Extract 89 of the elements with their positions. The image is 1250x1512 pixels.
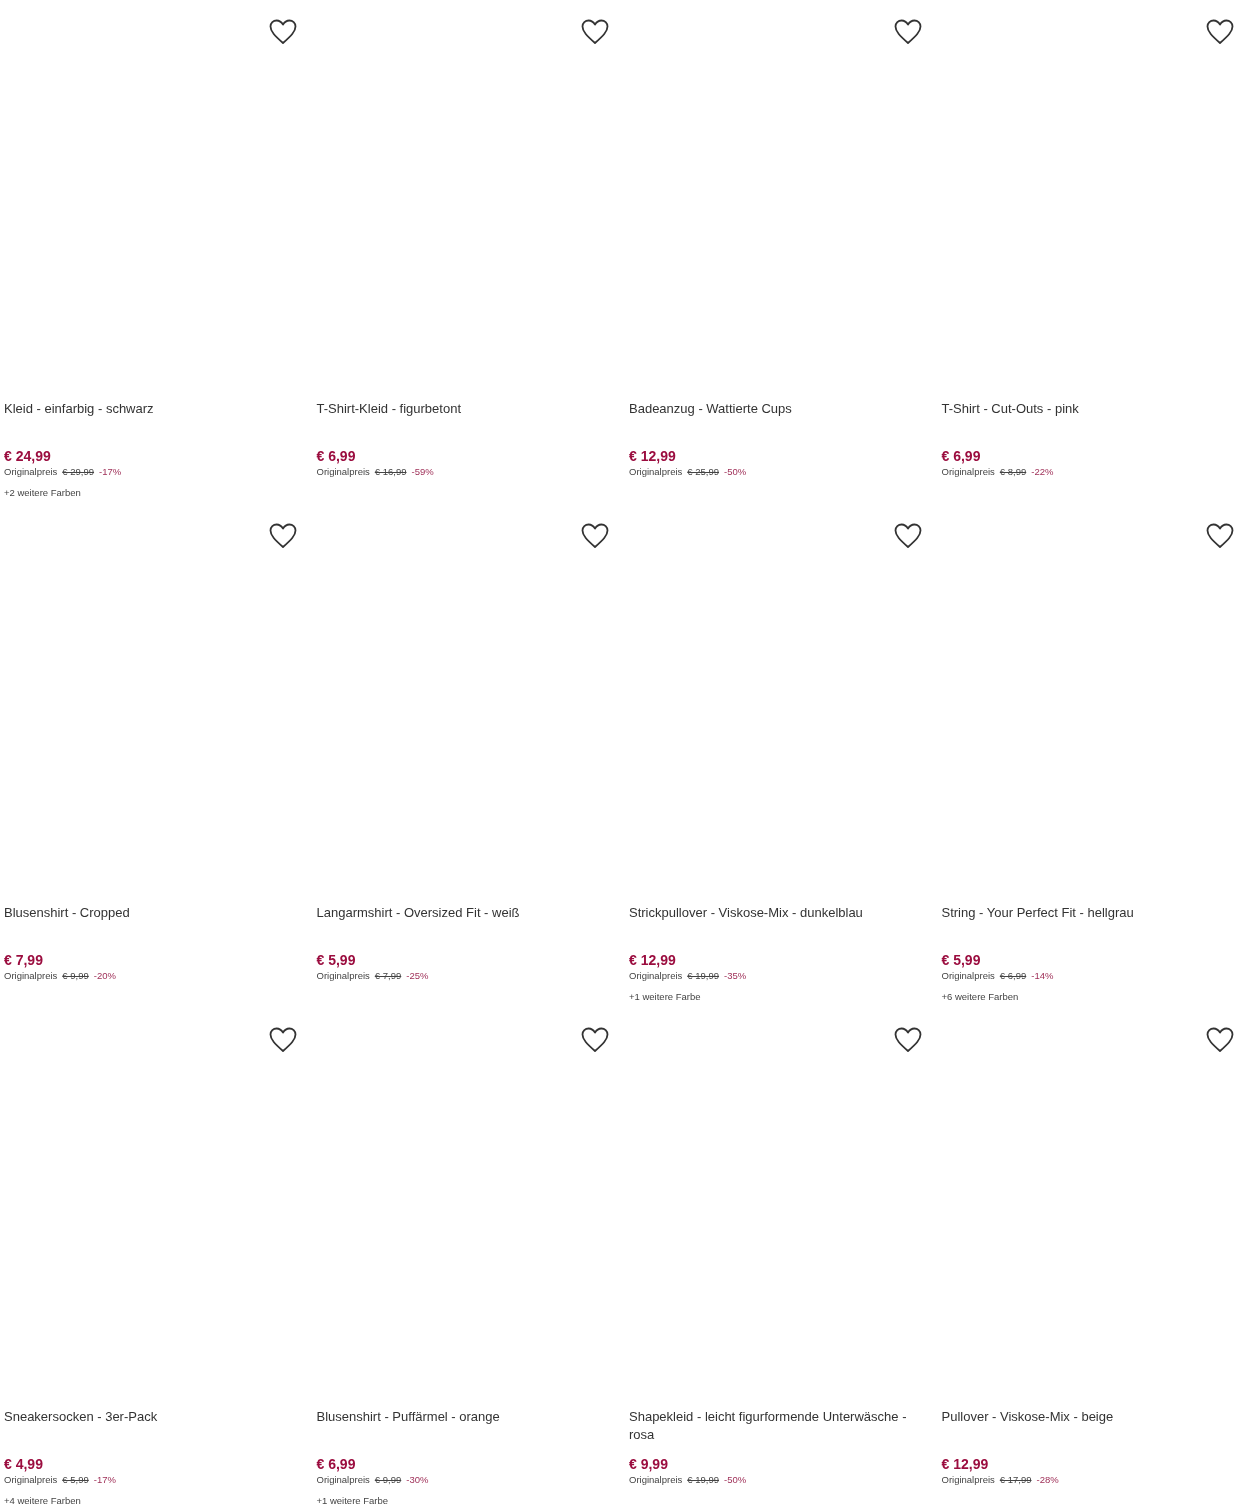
discount-label: -50% — [724, 465, 747, 479]
wishlist-button[interactable] — [268, 1027, 297, 1053]
original-price-label: Originalpreis — [4, 1473, 58, 1487]
wishlist-button[interactable] — [268, 523, 297, 549]
heart-icon — [268, 523, 297, 549]
product-price: € 6,99 — [316, 1455, 357, 1473]
heart-icon — [893, 1027, 922, 1053]
heart-icon — [581, 1027, 609, 1053]
wishlist-button[interactable] — [893, 19, 922, 45]
original-price-label: Originalpreis — [941, 1473, 995, 1487]
product-title[interactable]: String - Your Perfect Fit - hellgrau — [941, 904, 1246, 948]
discount-label: -28% — [1036, 1473, 1059, 1487]
heart-icon — [1206, 1027, 1234, 1053]
discount-label: -20% — [93, 969, 116, 983]
original-price-label: Originalpreis — [941, 969, 995, 983]
product-title[interactable]: Kleid - einfarbig - schwarz — [4, 400, 309, 444]
more-colors-text: +6 weitere Farben — [941, 990, 1020, 1004]
heart-icon — [1206, 19, 1234, 45]
wishlist-button[interactable] — [1206, 523, 1234, 549]
wishlist-button[interactable] — [581, 19, 609, 45]
original-price-label: Originalpreis — [316, 1473, 370, 1487]
wishlist-button[interactable] — [581, 1027, 609, 1053]
heart-icon — [893, 19, 922, 45]
product-title[interactable]: T-Shirt-Kleid - figurbetont — [316, 400, 621, 444]
original-price: € 5,99 — [62, 1473, 89, 1487]
discount-label: -25% — [406, 969, 429, 983]
product-price: € 5,99 — [941, 951, 982, 969]
original-price: € 6,99 — [999, 969, 1027, 983]
more-colors-text: +1 weitere Farbe — [316, 1494, 390, 1508]
product-title[interactable]: Langarmshirt - Oversized Fit - weiß — [316, 904, 621, 948]
original-price: € 25,99 — [687, 465, 720, 479]
original-price-label: Originalpreis — [941, 465, 995, 479]
original-price-label: Originalpreis — [629, 1473, 683, 1487]
original-price: € 7,99 — [374, 969, 402, 983]
discount-label: -50% — [724, 1473, 747, 1487]
product-price: € 24,99 — [4, 447, 52, 465]
heart-icon — [1206, 523, 1234, 549]
heart-icon — [268, 19, 297, 45]
original-price-label: Originalpreis — [316, 465, 370, 479]
original-price: € 16,99 — [374, 465, 407, 479]
discount-label: -59% — [411, 465, 434, 479]
product-title[interactable]: Badeanzug - Wattierte Cups — [629, 400, 934, 444]
wishlist-button[interactable] — [1206, 19, 1234, 45]
heart-icon — [581, 19, 609, 45]
product-price: € 9,99 — [629, 1455, 669, 1473]
product-title[interactable]: Shapekleid - leicht figurformende Unterwäsche - rosa — [629, 1408, 934, 1452]
discount-label: -14% — [1031, 969, 1054, 983]
original-price: € 9,99 — [374, 1473, 402, 1487]
original-price-label: Originalpreis — [316, 969, 370, 983]
wishlist-button[interactable] — [1206, 1027, 1234, 1053]
product-price: € 6,99 — [316, 447, 357, 465]
original-price: € 29,99 — [62, 465, 95, 479]
product-price: € 12,99 — [941, 1455, 990, 1473]
wishlist-button[interactable] — [893, 1027, 922, 1053]
discount-label: -30% — [406, 1473, 429, 1487]
more-colors-text: +1 weitere Farbe — [629, 990, 702, 1004]
product-price: € 12,99 — [629, 447, 677, 465]
heart-icon — [893, 523, 922, 549]
discount-label: -35% — [724, 969, 747, 983]
discount-label: -17% — [99, 465, 122, 479]
original-price: € 19,99 — [687, 1473, 720, 1487]
product-title[interactable]: Pullover - Viskose-Mix - beige — [941, 1408, 1246, 1452]
heart-icon — [268, 1027, 297, 1053]
product-title[interactable]: T-Shirt - Cut-Outs - pink — [941, 400, 1246, 444]
original-price: € 9,99 — [62, 969, 89, 983]
product-title[interactable]: Sneakersocken - 3er-Pack — [4, 1408, 309, 1452]
wishlist-button[interactable] — [581, 523, 609, 549]
product-title[interactable]: Blusenshirt - Puffärmel - orange — [316, 1408, 621, 1452]
original-price: € 19,99 — [687, 969, 720, 983]
more-colors-text: +4 weitere Farben — [4, 1494, 82, 1508]
original-price-label: Originalpreis — [629, 969, 683, 983]
heart-icon — [581, 523, 609, 549]
original-price: € 8,99 — [999, 465, 1027, 479]
product-title[interactable]: Blusenshirt - Cropped — [4, 904, 309, 948]
original-price-label: Originalpreis — [4, 969, 58, 983]
original-price-label: Originalpreis — [629, 465, 683, 479]
product-price: € 5,99 — [316, 951, 357, 969]
original-price-label: Originalpreis — [4, 465, 58, 479]
more-colors-text: +2 weitere Farben — [4, 486, 82, 500]
product-price: € 7,99 — [4, 951, 44, 969]
product-price: € 6,99 — [941, 447, 982, 465]
discount-label: -22% — [1031, 465, 1054, 479]
wishlist-button[interactable] — [893, 523, 922, 549]
discount-label: -17% — [93, 1473, 116, 1487]
wishlist-button[interactable] — [268, 19, 297, 45]
product-title[interactable]: Strickpullover - Viskose-Mix - dunkelblau — [629, 904, 934, 948]
original-price: € 17,99 — [999, 1473, 1032, 1487]
product-price: € 12,99 — [629, 951, 677, 969]
product-price: € 4,99 — [4, 1455, 44, 1473]
